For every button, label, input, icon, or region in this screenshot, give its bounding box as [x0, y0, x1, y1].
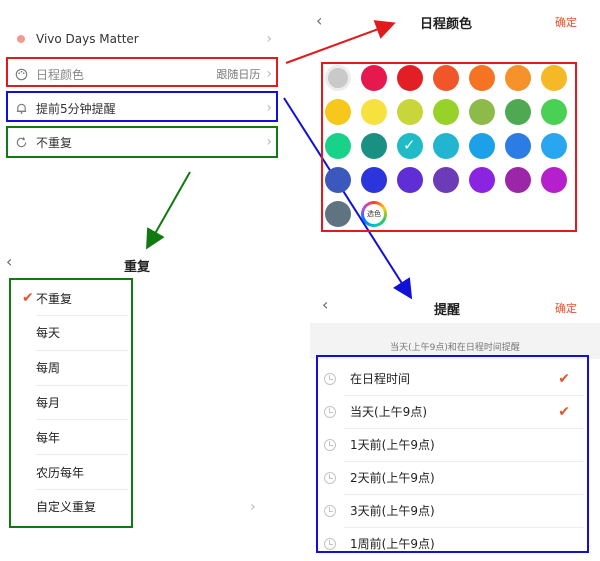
color-panel-title: 日程颜色 [420, 17, 473, 32]
reminder-confirm-button[interactable]: 确定 [555, 300, 577, 316]
color-swatches-highlight [321, 62, 577, 232]
arrow-to-color-panel [285, 20, 396, 64]
repeat-panel-title: 重复 [124, 260, 151, 275]
back-arrow-icon[interactable]: ‹ [316, 13, 322, 29]
color-confirm-button[interactable]: 确定 [555, 14, 577, 30]
repeat-options-highlight [9, 278, 133, 528]
reminder-panel-title: 提醒 [434, 303, 461, 318]
arrow-to-repeat-panel [146, 171, 191, 250]
reminder-options-highlight [316, 355, 589, 553]
reminder-hint: 当天(上午9点)和在日程时间提醒 [390, 343, 520, 353]
chevron-right-icon: › [250, 498, 256, 515]
back-arrow-icon[interactable]: ‹ [6, 254, 12, 270]
back-arrow-icon[interactable]: ‹ [322, 297, 328, 313]
